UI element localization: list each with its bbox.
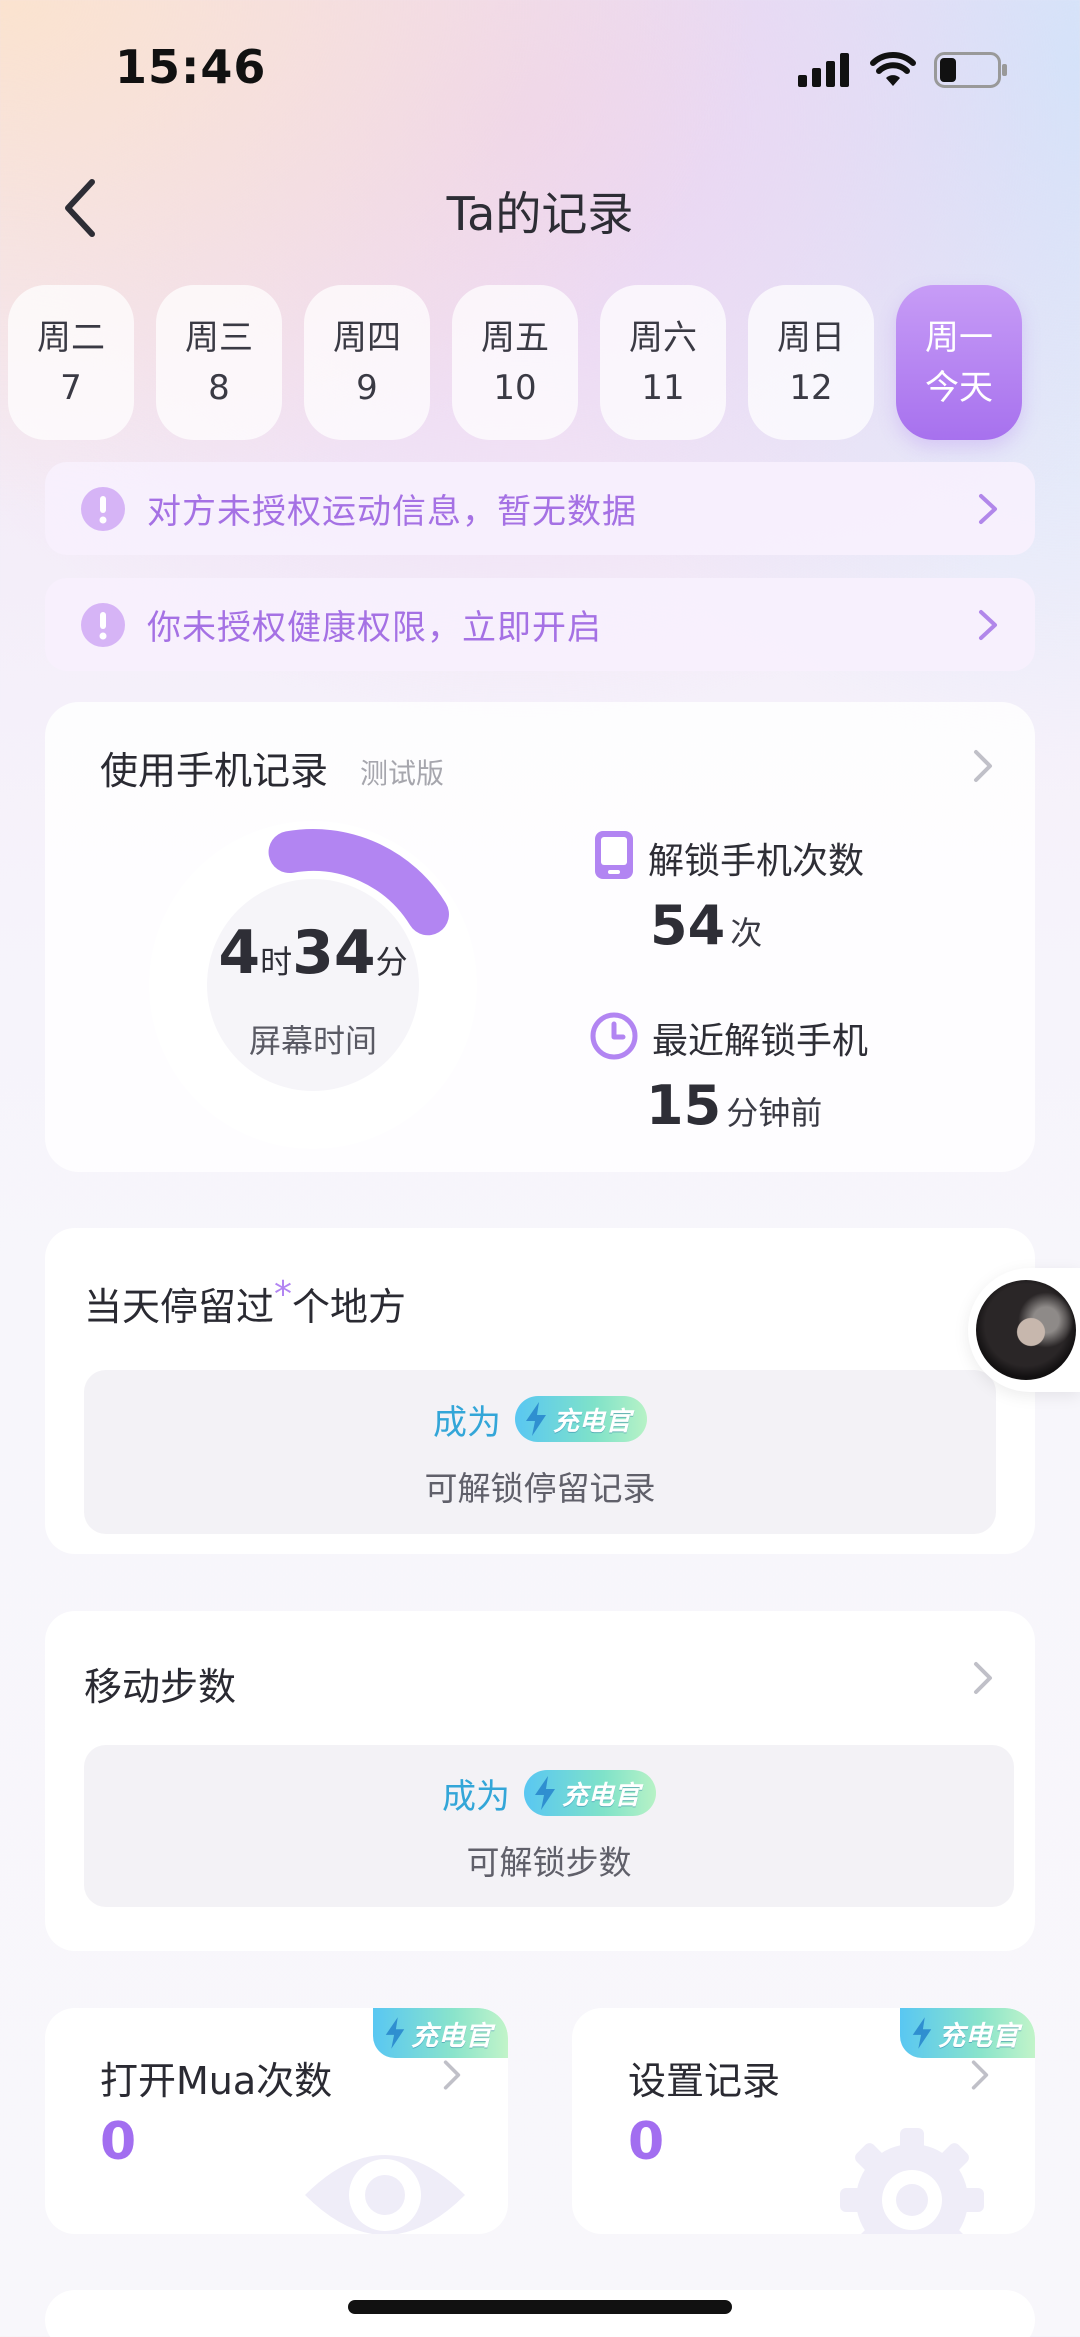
unlock-count-value: 54 — [650, 894, 726, 957]
unlock-count: 54 次 — [650, 894, 762, 957]
page-title: Ta的记录 — [446, 187, 634, 241]
steps-unlock-text: 可解锁步数 — [466, 1842, 632, 1882]
alert-health-permission[interactable]: 你未授权健康权限，立即开启 — [45, 578, 1035, 671]
lightning-icon — [385, 2017, 405, 2049]
screen-minutes: 34 — [292, 918, 376, 988]
date-day: 11 — [641, 367, 685, 408]
steps-title: 移动步数 — [84, 1665, 237, 1709]
status-icons — [798, 52, 1008, 88]
charger-corner-badge: 充电官 — [900, 2008, 1035, 2058]
lightning-icon — [912, 2017, 932, 2049]
alert-text: 你未授权健康权限，立即开启 — [147, 608, 602, 648]
date-chip-sun[interactable]: 周日 12 — [748, 285, 874, 440]
date-day: 10 — [493, 367, 537, 408]
badge-label: 充电官 — [938, 2020, 1019, 2052]
date-day: 9 — [356, 367, 378, 408]
date-chip-thu[interactable]: 周四 9 — [304, 285, 430, 440]
places-unlock-box[interactable]: 成为 充电官 可解锁停留记录 — [84, 1370, 996, 1534]
date-chip-sat[interactable]: 周六 11 — [600, 285, 726, 440]
chevron-right-icon — [974, 750, 992, 782]
charger-badge: 充电官 — [523, 1770, 656, 1816]
places-title-prefix: 当天停留过 — [84, 1285, 275, 1329]
unlock-count-label: 解锁手机次数 — [648, 841, 865, 882]
usage-subtitle: 测试版 — [360, 757, 445, 790]
home-indicator — [348, 2300, 732, 2314]
gear-icon — [840, 2128, 984, 2234]
floating-avatar-button[interactable] — [968, 1268, 1080, 1392]
become-text: 成为 — [432, 1402, 501, 1443]
become-text: 成为 — [441, 1776, 510, 1817]
date-weekday: 周六 — [629, 317, 697, 358]
mua-open-value: 0 — [100, 2112, 137, 2172]
screen-time-value: 4时34分 — [148, 918, 478, 988]
status-time: 15:46 — [115, 40, 267, 94]
minute-unit: 分 — [375, 943, 408, 981]
places-title-suffix: 个地方 — [292, 1285, 407, 1329]
badge-label: 充电官 — [411, 2020, 492, 2052]
lightning-icon — [525, 1402, 546, 1436]
charger-badge: 充电官 — [514, 1396, 647, 1442]
places-title: 当天停留过*个地方 — [84, 1274, 407, 1331]
settings-record-title: 设置记录 — [628, 2059, 781, 2103]
battery-icon — [934, 52, 1007, 88]
date-chip-fri[interactable]: 周五 10 — [452, 285, 578, 440]
badge-label: 充电官 — [552, 1406, 631, 1437]
alert-sport-unauthorized[interactable]: 对方未授权运动信息，暂无数据 — [45, 462, 1035, 555]
date-weekday: 周五 — [481, 317, 549, 358]
chevron-right-icon — [979, 609, 997, 640]
chevron-right-icon — [443, 2060, 461, 2090]
places-unlock-text: 可解锁停留记录 — [424, 1468, 656, 1508]
mua-open-title: 打开Mua次数 — [100, 2059, 333, 2103]
recent-unlock-unit: 分钟前 — [726, 1094, 823, 1132]
date-weekday: 周日 — [777, 317, 845, 358]
wifi-icon — [870, 52, 916, 86]
warning-icon — [81, 602, 125, 647]
date-weekday: 周四 — [333, 317, 401, 358]
warning-icon — [81, 486, 125, 531]
clock-icon — [590, 1012, 638, 1060]
screen-time-label: 屏幕时间 — [248, 1022, 377, 1060]
signal-icon — [798, 53, 849, 87]
chevron-right-icon — [974, 1662, 992, 1694]
recent-unlock-label: 最近解锁手机 — [652, 1021, 869, 1062]
recent-unlock: 15 分钟前 — [646, 1074, 822, 1137]
date-day: 今天 — [925, 367, 993, 408]
unlock-count-unit: 次 — [730, 914, 763, 952]
chevron-right-icon — [979, 493, 997, 524]
become-member-row: 成为 充电官 — [433, 1395, 647, 1444]
alert-text: 对方未授权运动信息，暂无数据 — [147, 492, 637, 532]
become-member-row: 成为 充电官 — [442, 1769, 656, 1818]
usage-title: 使用手机记录 — [100, 749, 329, 793]
date-day: 8 — [208, 367, 230, 408]
lightning-icon — [534, 1776, 555, 1810]
date-day: 12 — [789, 367, 833, 408]
places-count-mask: * — [274, 1274, 293, 1315]
date-weekday: 周一 — [925, 317, 993, 358]
hour-unit: 时 — [260, 943, 293, 981]
recent-unlock-value: 15 — [646, 1074, 722, 1137]
date-strip: 周二 7 周三 8 周四 9 周五 10 周六 11 周日 12 周一 今天 — [8, 285, 1022, 440]
eye-icon — [305, 2155, 465, 2234]
chevron-right-icon — [971, 2060, 989, 2090]
date-weekday: 周二 — [37, 317, 105, 358]
date-chip-wed[interactable]: 周三 8 — [156, 285, 282, 440]
date-chip-today[interactable]: 周一 今天 — [896, 285, 1022, 440]
date-chip-tue[interactable]: 周二 7 — [8, 285, 134, 440]
screen-hours: 4 — [218, 918, 261, 988]
avatar — [976, 1280, 1076, 1380]
date-day: 7 — [60, 367, 82, 408]
charger-corner-badge: 充电官 — [373, 2008, 508, 2058]
date-weekday: 周三 — [185, 317, 253, 358]
phone-icon — [595, 831, 633, 879]
settings-record-value: 0 — [628, 2112, 665, 2172]
badge-label: 充电官 — [561, 1780, 640, 1811]
steps-unlock-box[interactable]: 成为 充电官 可解锁步数 — [84, 1745, 1014, 1907]
